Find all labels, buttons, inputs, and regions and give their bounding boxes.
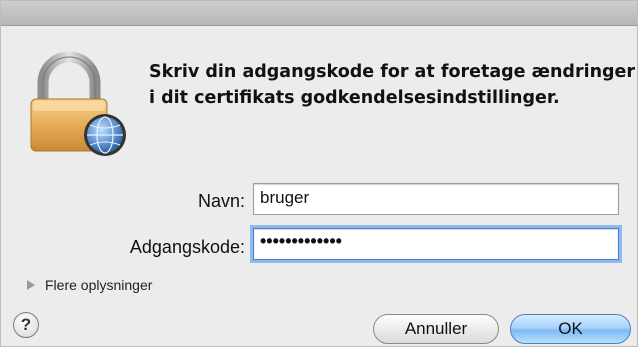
cancel-button[interactable]: Annuller: [373, 314, 499, 344]
padlock-icon: [30, 51, 126, 156]
title-bar[interactable]: [1, 1, 637, 26]
disclosure-triangle-icon[interactable]: [27, 280, 35, 290]
password-field[interactable]: •••••••••••••: [253, 228, 619, 260]
ok-button[interactable]: OK: [510, 314, 631, 344]
message-line-1: Skriv din adgangskode for at foretage æn…: [149, 62, 636, 82]
more-info-disclosure[interactable]: Flere oplysninger: [27, 277, 152, 293]
name-field[interactable]: bruger: [253, 183, 619, 215]
dialog-message: Skriv din adgangskode for at foretage æn…: [149, 59, 636, 111]
authentication-dialog: Skriv din adgangskode for at foretage æn…: [0, 0, 638, 347]
message-line-2: i dit certifikats godkendelsesindstillin…: [149, 88, 560, 108]
help-button[interactable]: ?: [13, 312, 39, 338]
name-label: Navn:: [197, 191, 245, 211]
password-label: Adgangskode:: [129, 237, 245, 257]
more-info-label[interactable]: Flere oplysninger: [45, 277, 152, 293]
network-globe-icon: [84, 114, 126, 156]
